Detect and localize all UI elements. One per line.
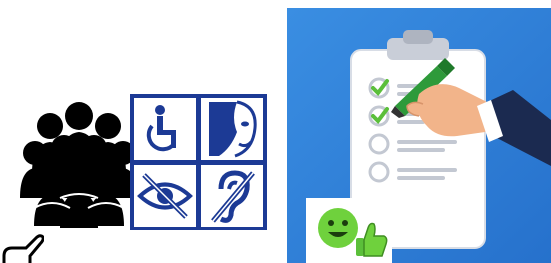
smiley-thumbs-up-icon — [306, 198, 392, 263]
sign-language-face-icon — [201, 98, 263, 160]
hearing-impairment-ear-icon — [201, 165, 263, 227]
pointing-hand-icon — [0, 228, 44, 263]
wheelchair-icon — [134, 98, 196, 160]
people-group-icon — [20, 98, 138, 228]
visual-impairment-eye-icon — [134, 165, 196, 227]
accessibility-icons-panel — [130, 94, 267, 230]
